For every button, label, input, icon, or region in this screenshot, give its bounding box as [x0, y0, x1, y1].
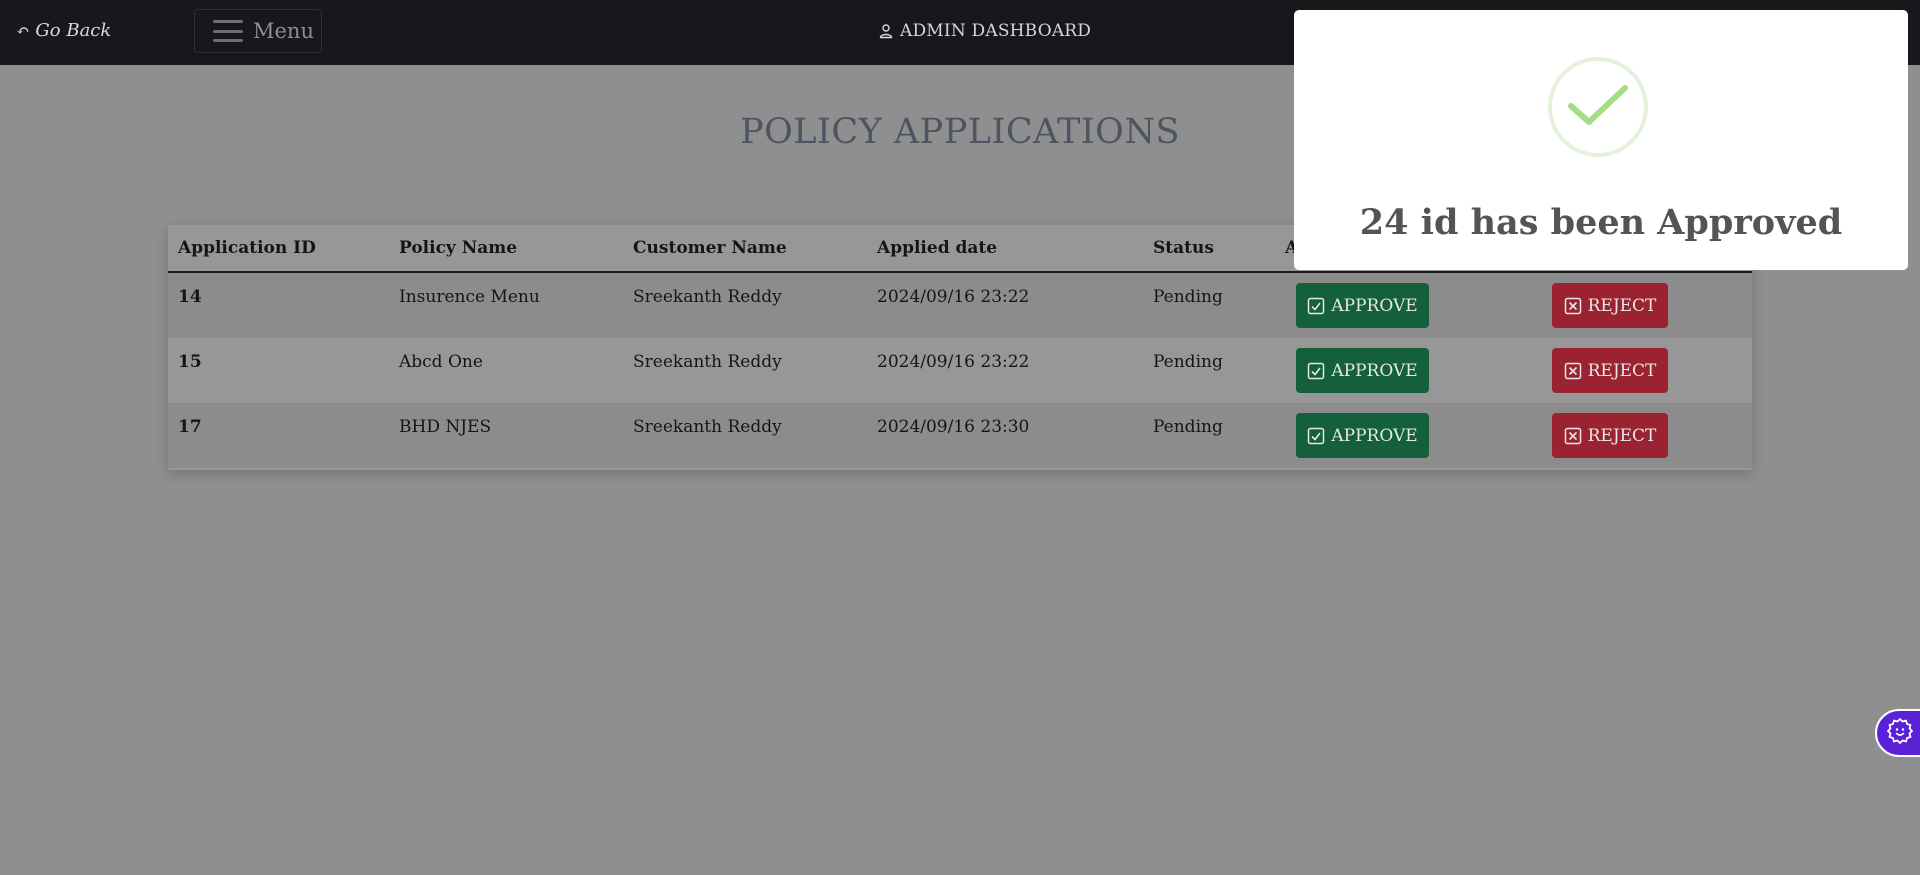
- reject-label: REJECT: [1587, 360, 1657, 381]
- menu-label: Menu: [253, 19, 314, 43]
- customer-name-cell: Sreekanth Reddy: [633, 352, 782, 372]
- customer-name-cell: Sreekanth Reddy: [633, 417, 782, 437]
- column-header-applied-date: Applied date: [877, 238, 998, 258]
- column-header-status: Status: [1153, 238, 1214, 258]
- application-id-cell: 14: [178, 287, 202, 307]
- policy-name-cell: Abcd One: [399, 352, 483, 372]
- approve-button[interactable]: APPROVE: [1296, 413, 1429, 458]
- settings-fab[interactable]: [1875, 709, 1920, 757]
- x-square-icon: [1564, 362, 1582, 380]
- dashboard-title: ADMIN DASHBOARD: [878, 21, 1091, 41]
- go-back-link[interactable]: ↶ Go Back: [16, 20, 111, 41]
- x-square-icon: [1564, 297, 1582, 315]
- success-message: 24 id has been Approved: [1359, 202, 1843, 243]
- reject-button[interactable]: REJECT: [1552, 413, 1668, 458]
- success-dialog: 24 id has been Approved: [1294, 10, 1908, 270]
- table-row: 14 Insurence Menu Sreekanth Reddy 2024/0…: [168, 273, 1752, 338]
- reject-button[interactable]: REJECT: [1552, 348, 1668, 393]
- status-cell: Pending: [1153, 417, 1223, 437]
- check-square-icon: [1307, 297, 1325, 315]
- table-row: 17 BHD NJES Sreekanth Reddy 2024/09/16 2…: [168, 403, 1752, 468]
- gear-icon: [1885, 716, 1915, 750]
- reject-button[interactable]: REJECT: [1552, 283, 1668, 328]
- column-header-policy-name: Policy Name: [399, 238, 518, 258]
- status-cell: Pending: [1153, 287, 1223, 307]
- user-icon: [878, 23, 894, 39]
- reject-label: REJECT: [1587, 425, 1657, 446]
- column-header-customer-name: Customer Name: [633, 238, 787, 258]
- applied-date-cell: 2024/09/16 23:30: [877, 417, 1030, 437]
- table-row: 15 Abcd One Sreekanth Reddy 2024/09/16 2…: [168, 338, 1752, 403]
- application-id-cell: 15: [178, 352, 202, 372]
- menu-button[interactable]: Menu: [194, 9, 322, 53]
- dashboard-title-label: ADMIN DASHBOARD: [900, 21, 1092, 41]
- column-header-application-id: Application ID: [178, 238, 316, 258]
- application-id-cell: 17: [178, 417, 202, 437]
- reject-label: REJECT: [1587, 295, 1657, 316]
- policy-name-cell: Insurence Menu: [399, 287, 540, 307]
- go-back-label: Go Back: [35, 20, 112, 41]
- approve-label: APPROVE: [1331, 425, 1418, 446]
- status-cell: Pending: [1153, 352, 1223, 372]
- customer-name-cell: Sreekanth Reddy: [633, 287, 782, 307]
- check-icon: [1567, 82, 1629, 132]
- check-square-icon: [1307, 362, 1325, 380]
- x-square-icon: [1564, 427, 1582, 445]
- applied-date-cell: 2024/09/16 23:22: [877, 287, 1030, 307]
- approve-label: APPROVE: [1331, 360, 1418, 381]
- applied-date-cell: 2024/09/16 23:22: [877, 352, 1030, 372]
- success-check-circle: [1548, 57, 1648, 157]
- approve-label: APPROVE: [1331, 295, 1418, 316]
- check-square-icon: [1307, 427, 1325, 445]
- approve-button[interactable]: APPROVE: [1296, 348, 1429, 393]
- reply-arrow-icon: ↶: [16, 21, 30, 40]
- policy-name-cell: BHD NJES: [399, 417, 492, 437]
- approve-button[interactable]: APPROVE: [1296, 283, 1429, 328]
- hamburger-icon: [213, 20, 243, 42]
